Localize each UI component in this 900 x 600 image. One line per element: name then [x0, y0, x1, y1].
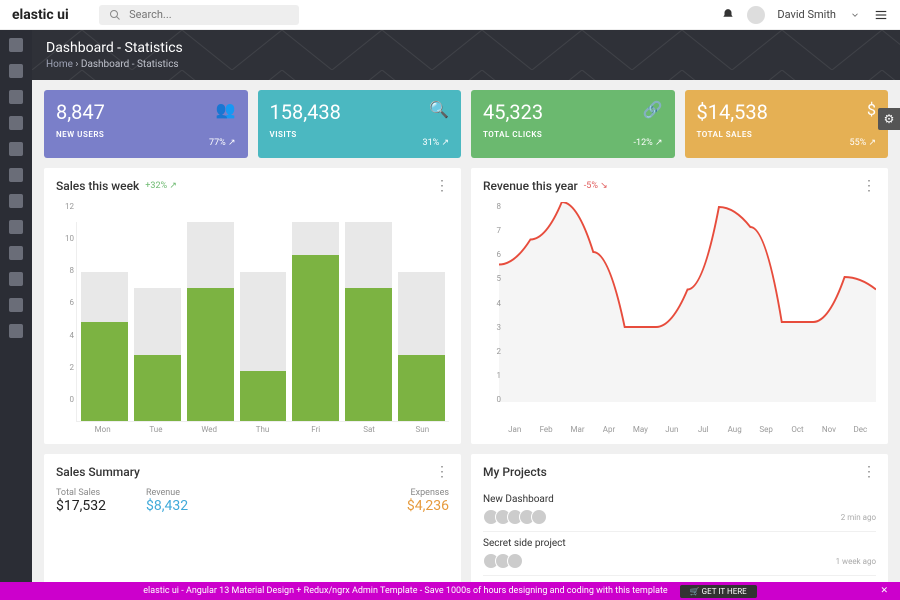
more-icon[interactable]: ⋮ [435, 178, 449, 194]
nav-icon-3[interactable] [9, 90, 23, 104]
page-title: Dashboard - Statistics [46, 40, 886, 56]
card-value: 158,438 [270, 100, 450, 124]
project-name: Secret side project [483, 538, 876, 549]
dollar-icon: $ [867, 100, 876, 119]
sidebar [0, 30, 32, 600]
stat-cards: 8,847 NEW USERS 77% ↗ 👥158,438 VISITS 31… [44, 90, 888, 158]
bar [292, 222, 339, 421]
search-icon [109, 8, 121, 22]
card-pct: 31% ↗ [423, 138, 449, 148]
bar-chart: 121086420 [56, 202, 449, 422]
chevron-down-icon[interactable] [848, 8, 862, 22]
search-box[interactable] [99, 5, 299, 25]
nav-icon-9[interactable] [9, 246, 23, 260]
more-icon[interactable]: ⋮ [862, 178, 876, 194]
summary-total-sales: Total Sales$17,532 [56, 488, 106, 514]
bar [134, 288, 181, 421]
panel-sales-week: Sales this week +32% ↗ ⋮ 121086420 MonTu… [44, 168, 461, 444]
summary-revenue: Revenue$8,432 [146, 488, 188, 514]
panel-title: Revenue this year [483, 179, 578, 193]
nav-icon-7[interactable] [9, 194, 23, 208]
card-pct: -12% ↗ [634, 138, 663, 148]
card-value: $14,538 [697, 100, 877, 124]
breadcrumb: Home › Dashboard - Statistics [46, 59, 886, 70]
stat-card-total-clicks[interactable]: 45,323 TOTAL CLICKS -12% ↗ 🔗 [471, 90, 675, 158]
bar [345, 222, 392, 421]
topbar: elastic ui David Smith [0, 0, 900, 30]
footer-text: elastic ui - Angular 13 Material Design … [143, 586, 667, 596]
stat-card-new-users[interactable]: 8,847 NEW USERS 77% ↗ 👥 [44, 90, 248, 158]
nav-icon-10[interactable] [9, 272, 23, 286]
avatar [507, 553, 523, 569]
search-input[interactable] [129, 8, 289, 21]
project-item[interactable]: New Dashboard 2 min ago [483, 488, 876, 532]
nav-icon-5[interactable] [9, 142, 23, 156]
card-pct: 77% ↗ [209, 138, 235, 148]
link-icon: 🔗 [643, 100, 663, 119]
nav-icon-2[interactable] [9, 64, 23, 78]
panel-title: Sales Summary [56, 465, 140, 479]
users-plus-icon: 👥 [216, 100, 236, 119]
bar [240, 272, 287, 421]
more-icon[interactable]: ⋮ [435, 464, 449, 480]
project-item[interactable]: Secret side project 1 week ago [483, 532, 876, 576]
get-it-button[interactable]: 🛒 GET IT HERE [680, 585, 757, 598]
bar [187, 222, 234, 421]
avatar [531, 509, 547, 525]
panel-revenue-year: Revenue this year -5% ↘ ⋮ 876543210 JanF… [471, 168, 888, 444]
card-pct: 55% ↗ [850, 138, 876, 148]
nav-icon-11[interactable] [9, 298, 23, 312]
panel-title: Sales this week [56, 179, 139, 193]
search-icon: 🔍 [429, 100, 449, 119]
bar [81, 272, 128, 421]
nav-icon-4[interactable] [9, 116, 23, 130]
panel-title: My Projects [483, 465, 547, 479]
stat-card-visits[interactable]: 158,438 VISITS 31% ↗ 🔍 [258, 90, 462, 158]
project-name: New Dashboard [483, 494, 876, 505]
delta-badge: -5% ↘ [584, 181, 608, 191]
settings-gear-icon[interactable]: ⚙ [878, 108, 900, 130]
card-value: 8,847 [56, 100, 236, 124]
more-icon[interactable]: ⋮ [862, 464, 876, 480]
panel-my-projects: My Projects ⋮ New Dashboard 2 min agoSec… [471, 454, 888, 582]
card-value: 45,323 [483, 100, 663, 124]
nav-icon-8[interactable] [9, 220, 23, 234]
project-ago: 1 week ago [836, 557, 876, 566]
brand-logo: elastic ui [12, 7, 69, 23]
panel-sales-summary: Sales Summary ⋮ Total Sales$17,532 Revenu… [44, 454, 461, 582]
crumb-home[interactable]: Home [46, 59, 73, 70]
line-chart: 876543210 [483, 202, 876, 422]
username[interactable]: David Smith [777, 8, 836, 21]
close-icon[interactable]: ✕ [880, 586, 888, 596]
promo-footer: elastic ui - Angular 13 Material Design … [0, 582, 900, 600]
crumb-current: Dashboard - Statistics [81, 59, 179, 70]
nav-icon-1[interactable] [9, 38, 23, 52]
stat-card-total-sales[interactable]: $14,538 TOTAL SALES 55% ↗ $ [685, 90, 889, 158]
avatar[interactable] [747, 6, 765, 24]
delta-badge: +32% ↗ [145, 181, 177, 191]
nav-icon-6[interactable] [9, 168, 23, 182]
nav-icon-12[interactable] [9, 324, 23, 338]
menu-icon[interactable] [874, 8, 888, 22]
summary-expenses: Expenses$4,236 [407, 488, 449, 514]
project-ago: 2 min ago [841, 513, 876, 522]
page-header: Dashboard - Statistics Home › Dashboard … [32, 30, 900, 80]
bar [398, 272, 445, 421]
bell-icon[interactable] [721, 8, 735, 22]
main: Dashboard - Statistics Home › Dashboard … [32, 30, 900, 582]
